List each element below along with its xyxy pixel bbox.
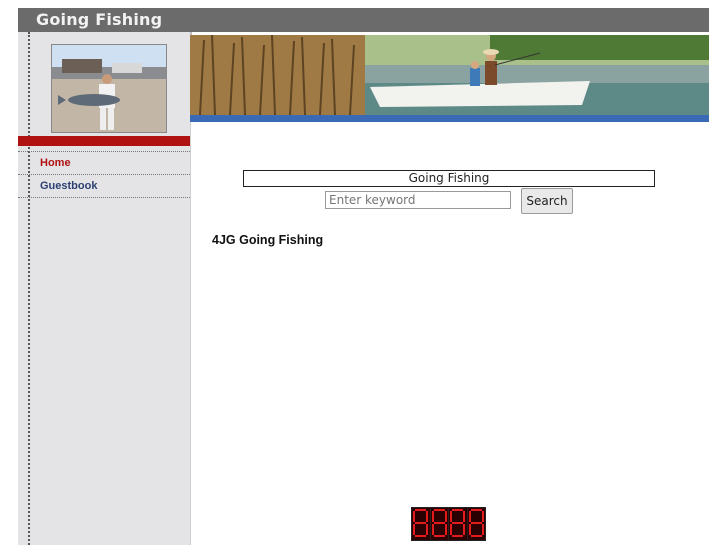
- nav-item-guestbook[interactable]: Guestbook: [18, 175, 190, 198]
- counter-digit: [467, 508, 485, 540]
- counter-digit: [412, 508, 430, 540]
- angler-photo: [51, 44, 167, 133]
- page-heading: 4JG Going Fishing: [212, 233, 324, 247]
- nav-link-home[interactable]: Home: [40, 157, 71, 169]
- visitor-counter: [411, 507, 486, 541]
- site-name-box: Going Fishing: [243, 170, 655, 187]
- sidebar: Home Guestbook: [18, 32, 192, 545]
- nav-item-home[interactable]: Home: [18, 151, 190, 175]
- site-title: Going Fishing: [36, 10, 163, 29]
- counter-digit: [449, 508, 467, 540]
- nav-link-guestbook[interactable]: Guestbook: [40, 180, 97, 192]
- main-content: Going Fishing Search 4JG Going Fishing: [190, 122, 710, 545]
- header-bar: Going Fishing: [18, 8, 709, 32]
- search-input[interactable]: [325, 191, 511, 209]
- sidebar-dotted-border: [28, 32, 30, 545]
- banner-blue-bar: [190, 115, 709, 122]
- counter-digit: [430, 508, 448, 540]
- page: Going Fishing Home Guestbook Going Fishi…: [18, 8, 710, 545]
- search-button[interactable]: Search: [521, 188, 573, 214]
- sidebar-nav: Home Guestbook: [18, 151, 190, 198]
- sidebar-red-bar: [18, 136, 190, 146]
- fishing-banner-image: [190, 35, 709, 115]
